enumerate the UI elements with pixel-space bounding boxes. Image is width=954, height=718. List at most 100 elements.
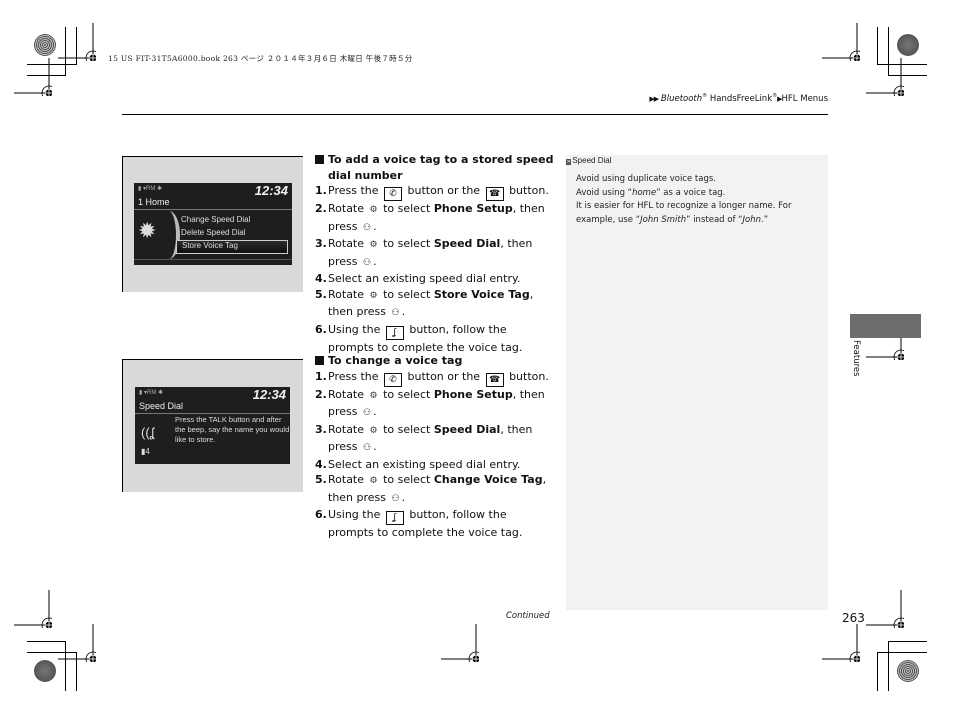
interface-dial-icon: ⚙ bbox=[369, 476, 378, 486]
interface-dial-press-icon: ⚇ bbox=[391, 493, 400, 504]
screen-title: 1 Home bbox=[138, 197, 170, 207]
step-text: button or the bbox=[404, 184, 484, 197]
print-info: 15 US FIT-31T5A6000.book 263 ページ ２０１４年３月… bbox=[108, 54, 413, 63]
interface-dial-press-icon: ⚇ bbox=[363, 443, 372, 453]
menu-option-name: Phone Setup bbox=[433, 202, 513, 215]
registration-target-icon bbox=[14, 590, 52, 628]
step-number: 5. bbox=[315, 287, 327, 301]
status-icons: ▮ ▾RM ✱ bbox=[138, 186, 163, 192]
note-body: Avoid using duplicate voice tags. Avoid … bbox=[576, 173, 821, 227]
breadcrumb-item[interactable]: Bluetooth bbox=[661, 94, 702, 104]
instruction-step: 5. Rotate ⚙ to select Change Voice Tag, t… bbox=[315, 472, 555, 507]
step-text: Select an existing speed dial entry. bbox=[328, 457, 521, 471]
instruction-step: 5. Rotate ⚙ to select Store Voice Tag, th… bbox=[315, 287, 555, 322]
display-screen: ▮ ▾RM ✱ 12:34 1 Home ✹ Change Speed Dial… bbox=[134, 183, 292, 265]
breadcrumb: ▶▶ Bluetooth® HandsFreeLink®▶HFL Menus bbox=[649, 93, 828, 104]
instruction-step: 6. Using the ʆ button, follow the prompts… bbox=[315, 507, 555, 541]
screen-title: Speed Dial bbox=[139, 401, 184, 411]
step-text: button. bbox=[505, 184, 549, 197]
step-number: 4. bbox=[315, 272, 327, 285]
voice-prompt-text: Press the TALK button and after the beep… bbox=[175, 415, 290, 444]
header-divider bbox=[122, 114, 828, 115]
step-text: Rotate bbox=[328, 202, 368, 215]
step-text: to select bbox=[379, 237, 434, 250]
interface-dial-press-icon: ⚇ bbox=[363, 408, 372, 418]
talk-button-icon: ʆ bbox=[385, 325, 404, 340]
screen-illustration-store-voice-tag: ▮ ▾RM ✱ 12:34 1 Home ✹ Change Speed Dial… bbox=[122, 156, 303, 292]
clock: 12:34 bbox=[252, 387, 286, 402]
voice-tag-icon: ((ʆ bbox=[141, 425, 155, 440]
registration-target-icon bbox=[14, 58, 52, 96]
note-line: Avoid using “home” as a voice tag. bbox=[576, 187, 726, 198]
step-text: to select bbox=[379, 422, 434, 436]
status-icons: ▮ ▾RM ✱ bbox=[139, 390, 164, 396]
breadcrumb-arrow-icon: ▶▶ bbox=[649, 94, 659, 103]
instruction-step: 3. Rotate ⚙ to select Speed Dial, then pr… bbox=[315, 236, 555, 271]
pick-up-icon: ☎ bbox=[485, 187, 504, 201]
step-text: to select bbox=[379, 473, 434, 486]
menu-option-name: Store Voice Tag bbox=[433, 287, 530, 301]
side-note: » Speed Dial Avoid using duplicate voice … bbox=[566, 155, 828, 610]
instruction-step: 1. Press the ✆ button or the ☎ button. bbox=[315, 369, 555, 387]
pick-up-icon: ☎ bbox=[485, 372, 504, 387]
step-text: . bbox=[373, 254, 377, 268]
step-text: Rotate bbox=[328, 387, 368, 401]
menu-item-store-voice-tag[interactable]: Store Voice Tag bbox=[176, 240, 288, 254]
menu-item-change-speed-dial[interactable]: Change Speed Dial bbox=[181, 215, 250, 224]
interface-dial-icon: ⚙ bbox=[369, 240, 378, 250]
note-title: » Speed Dial bbox=[566, 156, 612, 165]
interface-dial-press-icon: ⚇ bbox=[363, 222, 372, 233]
note-line: It is easier for HFL to recognize a long… bbox=[576, 201, 792, 225]
note-marker-icon: » bbox=[566, 159, 572, 165]
step-text: . bbox=[373, 219, 377, 233]
step-text: Select an existing speed dial entry. bbox=[328, 272, 521, 285]
instruction-step: 4. Select an existing speed dial entry. bbox=[315, 457, 555, 473]
step-text: button or the bbox=[404, 369, 484, 383]
instruction-step: 2. Rotate ⚙ to select Phone Setup, then p… bbox=[315, 387, 555, 422]
registration-target-icon bbox=[866, 58, 904, 96]
registration-disc-icon bbox=[897, 660, 919, 682]
menu-item-delete-speed-dial[interactable]: Delete Speed Dial bbox=[181, 228, 245, 237]
step-number: 5. bbox=[315, 473, 327, 486]
step-text: Using the bbox=[328, 322, 384, 336]
continued-label: Continued bbox=[506, 611, 550, 621]
section-add-voice-tag: To add a voice tag to a stored speed dia… bbox=[315, 152, 555, 355]
step-number: 2. bbox=[315, 202, 327, 215]
step-text: to select bbox=[379, 287, 434, 301]
gear-icon: ✹ bbox=[138, 218, 157, 243]
step-number: 6. bbox=[315, 508, 327, 521]
step-text: Rotate bbox=[328, 237, 368, 250]
note-line: Avoid using duplicate voice tags. bbox=[576, 174, 716, 184]
step-text: Press the bbox=[328, 369, 382, 383]
speed-dial-entry-number: ▮4 bbox=[141, 447, 150, 456]
instruction-step: 6. Using the ʆ button, follow the prompts… bbox=[315, 322, 555, 356]
menu-option-name: Change Voice Tag bbox=[433, 473, 543, 486]
breadcrumb-item[interactable]: HandsFreeLink bbox=[710, 94, 772, 104]
clock: 12:34 bbox=[254, 183, 288, 198]
step-text: Rotate bbox=[328, 473, 368, 486]
step-text: . bbox=[373, 405, 377, 418]
registration-target-icon bbox=[58, 624, 96, 662]
instruction-step: 1. Press the ✆ button or the ☎ button. bbox=[315, 183, 555, 201]
interface-dial-press-icon: ⚇ bbox=[363, 257, 372, 268]
step-text: Using the bbox=[328, 508, 384, 521]
registration-disc-icon bbox=[897, 34, 919, 56]
menu-option-name: Phone Setup bbox=[433, 387, 513, 401]
menu-option-name: Speed Dial bbox=[433, 422, 501, 436]
step-number: 4. bbox=[315, 457, 327, 471]
registration-target-icon bbox=[866, 590, 904, 628]
step-number: 1. bbox=[315, 369, 327, 383]
section-heading: To change a voice tag bbox=[315, 353, 555, 369]
breadcrumb-item[interactable]: HFL Menus bbox=[782, 94, 828, 104]
screen-illustration-speed-dial-prompt: ▮ ▾RM ✱ 12:34 Speed Dial ((ʆ ▮4 Press th… bbox=[122, 359, 303, 492]
phone-icon: ✆ bbox=[384, 187, 402, 201]
interface-dial-press-icon: ⚇ bbox=[391, 308, 400, 318]
interface-dial-icon: ⚙ bbox=[369, 390, 378, 401]
chapter-tab[interactable] bbox=[850, 314, 921, 338]
display-screen: ▮ ▾RM ✱ 12:34 Speed Dial ((ʆ ▮4 Press th… bbox=[135, 387, 290, 464]
page-number: 263 bbox=[842, 611, 865, 625]
step-text: . bbox=[401, 305, 406, 318]
instruction-step: 4. Select an existing speed dial entry. bbox=[315, 271, 555, 287]
interface-dial-icon: ⚙ bbox=[369, 290, 378, 301]
step-text: to select bbox=[379, 387, 434, 401]
